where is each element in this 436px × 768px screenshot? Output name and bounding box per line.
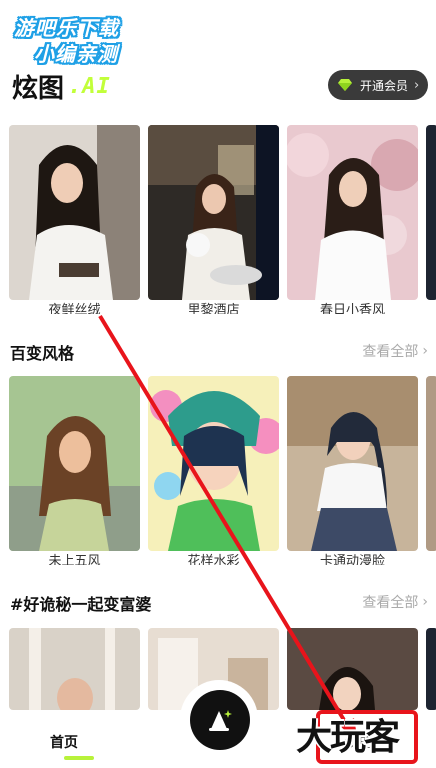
open-membership-button[interactable]: 开通会员 › (328, 70, 428, 100)
brand-watermark-overlay: 大玩客 (296, 717, 400, 758)
card-image (9, 628, 140, 710)
template-card[interactable] (287, 125, 418, 300)
hashtag-card-partial[interactable] (426, 628, 436, 710)
card-image (9, 125, 140, 300)
see-all-label: 查看全部 (362, 344, 419, 360)
watermark-logo: 游吧乐下载 小编亲测 (6, 8, 156, 68)
tab-home[interactable]: 首页 (50, 732, 78, 752)
styles-row (9, 376, 436, 551)
template-label: 里黎酒店 (187, 303, 240, 314)
card-image (287, 125, 418, 300)
see-all-hashtag-link[interactable]: 查看全部 › (362, 592, 428, 612)
card-image (426, 628, 436, 710)
card-image (148, 376, 279, 551)
app-brand-ai-suffix: .AI (68, 74, 111, 99)
card-image (426, 125, 436, 300)
style-label: 未上五风 (48, 554, 101, 565)
template-label: 春日小香风 (319, 303, 385, 314)
card-image (9, 376, 140, 551)
style-card-partial[interactable] (426, 376, 436, 551)
card-image (287, 628, 418, 710)
see-all-styles-link[interactable]: 查看全部 › (362, 341, 428, 361)
style-card[interactable] (287, 376, 418, 551)
template-label: 夜鲜丝绒 (48, 303, 101, 314)
chevron-right-icon: › (422, 594, 428, 610)
diamond-icon (338, 79, 352, 91)
style-label: 卡通动漫脸 (319, 554, 385, 565)
template-card[interactable] (9, 125, 140, 300)
membership-label: 开通会员 (360, 78, 409, 93)
watermark-line-2: 小编亲测 (34, 42, 118, 66)
card-image (148, 125, 279, 300)
style-card[interactable] (148, 376, 279, 551)
card-image (426, 376, 436, 551)
style-label: 花样水彩 (187, 554, 240, 565)
tab-home-indicator (64, 756, 94, 760)
chevron-right-icon: › (414, 77, 420, 93)
section-title-styles: 百变风格 (10, 344, 75, 363)
app-brand-title: 炫图 (12, 74, 65, 104)
template-card[interactable] (148, 125, 279, 300)
card-image (287, 376, 418, 551)
see-all-label: 查看全部 (362, 595, 419, 611)
hashtag-card[interactable] (287, 628, 418, 710)
chevron-right-icon: › (422, 343, 428, 359)
watermark-line-1: 游吧乐下载 (14, 16, 119, 40)
create-button[interactable] (190, 690, 250, 750)
featured-row (9, 125, 436, 300)
style-card[interactable] (9, 376, 140, 551)
template-card-partial[interactable] (426, 125, 436, 300)
section-title-hashtag: #好诡秘一起变富婆 (10, 595, 152, 614)
magic-hat-icon (209, 710, 232, 731)
hashtag-card[interactable] (9, 628, 140, 710)
